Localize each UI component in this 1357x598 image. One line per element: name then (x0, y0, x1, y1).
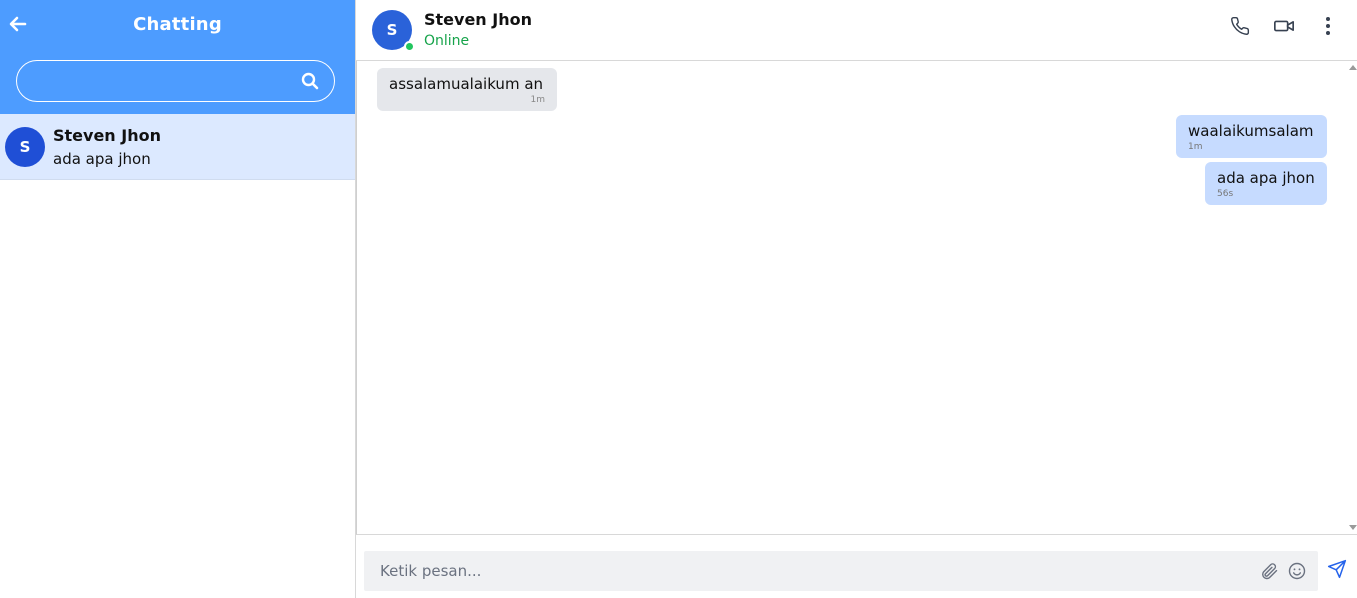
message-composer (356, 535, 1357, 598)
contact-list-item[interactable]: S Steven Jhon ada apa jhon (0, 114, 355, 180)
message-text: assalamualaikum an (389, 75, 544, 93)
search-icon[interactable] (300, 71, 320, 91)
scrollbar[interactable] (1348, 61, 1357, 534)
more-vertical-icon (1325, 16, 1331, 40)
scroll-up-arrow[interactable] (1349, 65, 1357, 70)
sidebar-header: Chatting (0, 0, 355, 114)
message-time: 1m (1188, 142, 1203, 152)
send-button[interactable] (1325, 559, 1349, 583)
paperclip-icon[interactable] (1258, 560, 1280, 582)
header-actions (1229, 16, 1339, 40)
message-bubble-outgoing: waalaikumsalam 1m (1176, 115, 1327, 158)
message-text: ada apa jhon (1217, 169, 1315, 187)
video-icon (1273, 16, 1295, 40)
sidebar-title: Chatting (133, 14, 222, 35)
message-input[interactable] (364, 551, 1258, 591)
call-button[interactable] (1229, 16, 1251, 40)
sidebar: Chatting S Steven Jhon ada apa jhon (0, 0, 356, 598)
chat-contact-status: Online (424, 33, 470, 49)
search-box (16, 60, 335, 102)
avatar: S (5, 127, 45, 167)
phone-icon (1230, 16, 1250, 40)
online-indicator (404, 41, 415, 52)
video-call-button[interactable] (1273, 17, 1295, 39)
chat-panel: S Steven Jhon Online assalamualaikum an … (356, 0, 1357, 598)
composer-box (364, 551, 1318, 591)
message-list[interactable]: assalamualaikum an 1m waalaikumsalam 1m … (356, 61, 1357, 535)
search-input[interactable] (17, 61, 300, 101)
more-options-button[interactable] (1317, 17, 1339, 39)
contact-name: Steven Jhon (53, 126, 161, 145)
message-time: 56s (1217, 189, 1234, 199)
message-bubble-incoming: assalamualaikum an 1m (377, 68, 557, 111)
message-bubble-outgoing: ada apa jhon 56s (1205, 162, 1327, 205)
message-time: 1m (530, 95, 546, 105)
chat-contact-name: Steven Jhon (424, 10, 532, 29)
chat-app: Chatting S Steven Jhon ada apa jhon S St… (0, 0, 1357, 598)
scroll-down-arrow[interactable] (1349, 525, 1357, 530)
send-icon (1327, 559, 1347, 583)
message-text: waalaikumsalam (1188, 122, 1314, 140)
chat-header: S Steven Jhon Online (356, 0, 1357, 61)
last-message-preview: ada apa jhon (53, 150, 151, 168)
smile-icon[interactable] (1286, 560, 1308, 582)
